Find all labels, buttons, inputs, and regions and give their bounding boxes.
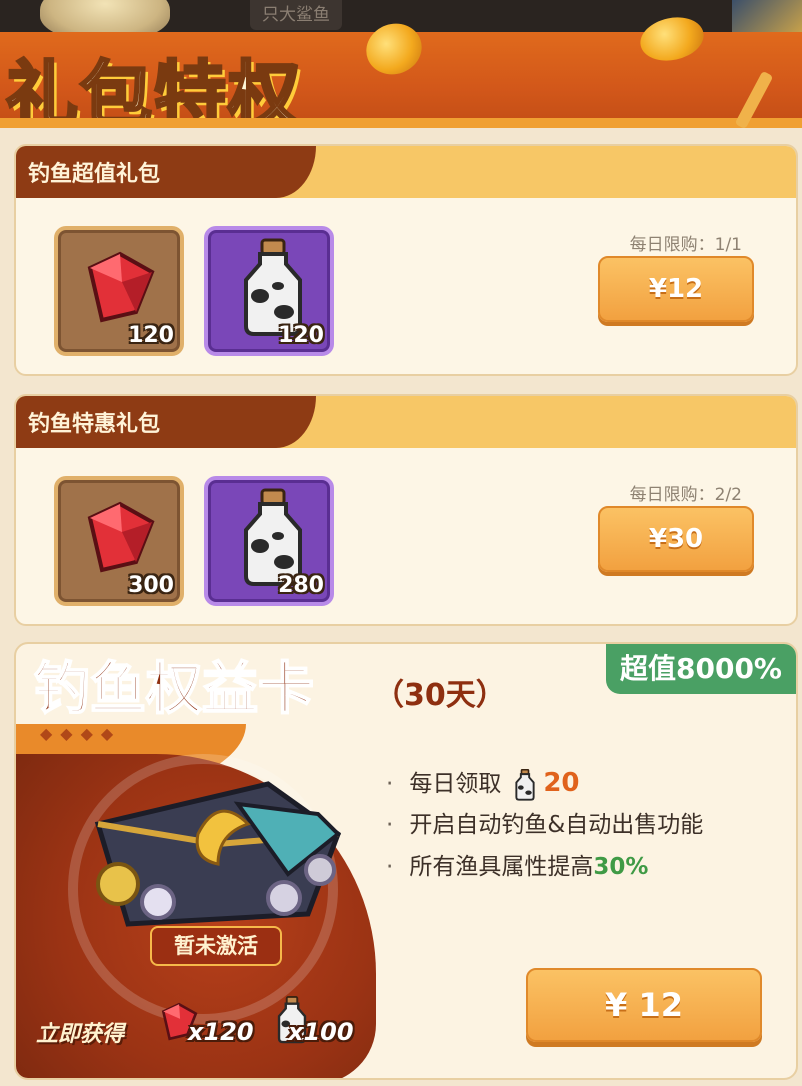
benefit-item: · 每日领取 20 xyxy=(386,762,703,804)
diamond-dots-decoration: ◆◆◆◆ xyxy=(40,724,122,743)
page-title: 礼包特权 xyxy=(4,52,303,129)
package-name: 钓鱼超值礼包 xyxy=(28,162,161,187)
card-duration: （30天） xyxy=(374,678,506,713)
value-badge: 超值8000% xyxy=(606,644,796,694)
milk-bottle-icon xyxy=(515,768,535,801)
instant-reward-label: 立即获得 xyxy=(36,1022,125,1047)
header-stripe xyxy=(0,118,802,128)
instant-reward-count: x120 xyxy=(188,1018,254,1046)
daily-claim-amount: 20 xyxy=(543,768,580,798)
reward-item-ruby[interactable]: 120 xyxy=(54,226,184,356)
benefit-item: · 所有渔具属性提高30% xyxy=(386,854,649,880)
item-count: 280 xyxy=(278,573,324,598)
reward-item-bottle[interactable]: 120 xyxy=(204,226,334,356)
package-name: 钓鱼特惠礼包 xyxy=(28,412,161,437)
item-count: 300 xyxy=(128,573,174,598)
benefit-text: 所有渔具属性提高 xyxy=(409,854,594,880)
benefit-text: 开启自动钓鱼&自动出售功能 xyxy=(409,812,704,838)
package-card: 钓鱼超值礼包 120 120 每日限购：1/1 ¥12 xyxy=(14,144,798,376)
daily-limit-text: 每日限购：2/2 xyxy=(629,485,742,505)
package-card: 钓鱼特惠礼包 300 280 每日限购：2/2 ¥30 xyxy=(14,394,798,626)
ruby-gem-icon xyxy=(87,501,155,573)
card-title: 钓鱼权益卡 xyxy=(33,656,315,723)
benefit-list: · 每日领取 20 · 开启自动钓鱼&自动出售功能 · 所有渔具属性提高30% xyxy=(386,762,703,888)
item-count: 120 xyxy=(128,323,174,348)
reward-item-ruby[interactable]: 300 xyxy=(54,476,184,606)
instant-reward-count: x100 xyxy=(288,1018,354,1046)
ruby-gem-icon xyxy=(87,251,155,323)
benefit-text: 每日领取 xyxy=(409,771,502,797)
buy-card-button[interactable]: ¥ 12 xyxy=(526,968,762,1042)
daily-limit-text: 每日限购：1/1 xyxy=(629,235,742,255)
top-right-thumbnail xyxy=(732,0,802,34)
wallet-icon xyxy=(94,781,342,927)
buy-button[interactable]: ¥30 xyxy=(598,506,754,572)
activation-status-tag: 暂未激活 xyxy=(150,926,282,966)
top-hint-text: 只大鲨鱼 xyxy=(250,0,342,30)
gear-boost-value: 30% xyxy=(593,854,649,880)
buy-button[interactable]: ¥12 xyxy=(598,256,754,322)
reward-item-bottle[interactable]: 280 xyxy=(204,476,334,606)
benefit-card: ◆◆◆◆ 钓鱼权益卡 （30天） 超值8000% 暂未激活 立即获得 x120 … xyxy=(14,642,798,1080)
benefit-item: · 开启自动钓鱼&自动出售功能 xyxy=(386,812,704,838)
item-count: 120 xyxy=(278,323,324,348)
